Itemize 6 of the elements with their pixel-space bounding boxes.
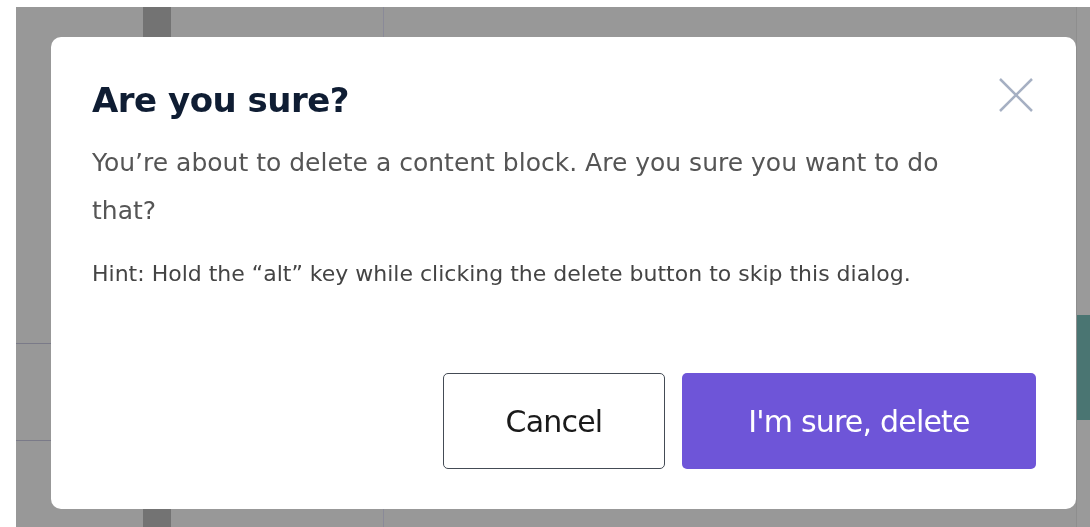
delete-button[interactable]: I'm sure, delete [682, 373, 1036, 469]
dialog-title: Are you sure? [92, 83, 350, 117]
close-icon[interactable] [998, 77, 1034, 113]
dialog-message: You’re about to delete a content block. Are you sure you want to do that? [92, 147, 940, 227]
dialog-hint: Hint: Hold the “alt” key while clicking the delete button to skip this dialog. [92, 261, 912, 286]
cancel-button[interactable]: Cancel [443, 373, 665, 469]
